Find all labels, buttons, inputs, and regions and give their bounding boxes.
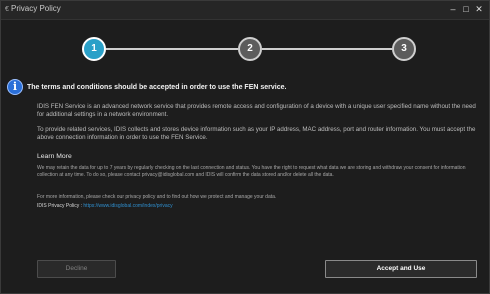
minimize-icon[interactable]: –: [447, 3, 459, 15]
step-1-indicator: 1: [82, 37, 106, 61]
maximize-icon[interactable]: □: [460, 3, 472, 15]
more-info-text: For more information, please check our p…: [37, 194, 277, 200]
step-2-indicator: 2: [238, 37, 262, 61]
step-connector-2: [262, 48, 392, 50]
step-progress: 1 2 3: [1, 31, 490, 67]
learn-more-title: Learn More: [37, 153, 72, 160]
service-description: IDIS FEN Service is an advanced network …: [37, 103, 476, 118]
data-retention-text: We may retain the data for up to 7 years…: [37, 165, 466, 178]
info-icon: i: [7, 79, 23, 95]
step-connector-1: [106, 48, 238, 50]
title-bar: € Privacy Policy – □ ✕: [1, 1, 489, 20]
window-title: Privacy Policy: [11, 4, 61, 13]
decline-button[interactable]: Decline: [37, 260, 116, 278]
data-collection-notice: To provide related services, IDIS collec…: [37, 126, 476, 141]
privacy-policy-line: IDIS Privacy Policy : https://www.idisgl…: [37, 203, 173, 210]
privacy-policy-label: IDIS Privacy Policy :: [37, 203, 84, 209]
privacy-policy-window: € Privacy Policy – □ ✕ 1 2 3 i The terms…: [0, 0, 490, 294]
privacy-policy-link[interactable]: https://www.idisglobal.com/index/privacy: [83, 203, 172, 209]
step-3-indicator: 3: [392, 37, 416, 61]
terms-heading: The terms and conditions should be accep…: [27, 84, 287, 91]
close-icon[interactable]: ✕: [473, 3, 485, 15]
accept-and-use-button[interactable]: Accept and Use: [325, 260, 477, 278]
